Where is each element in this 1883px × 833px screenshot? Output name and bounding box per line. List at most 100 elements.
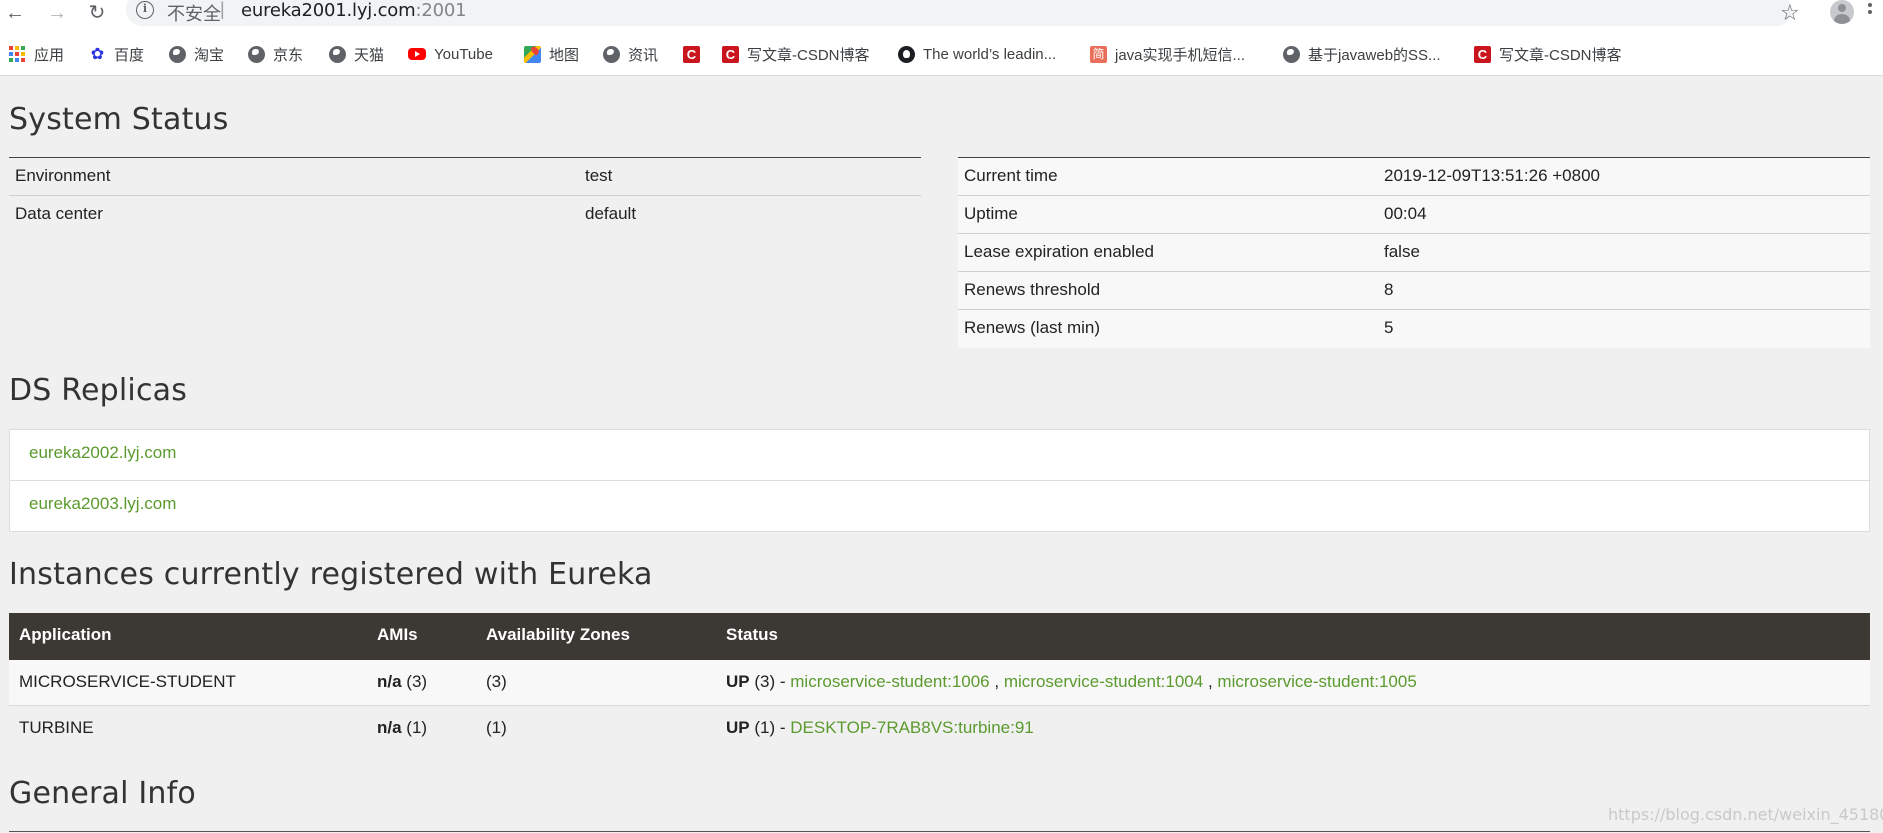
bookmark-label: 写文章-CSDN博客 bbox=[747, 46, 870, 64]
row-value: test bbox=[585, 166, 613, 185]
forward-arrow-icon[interactable]: → bbox=[46, 2, 68, 24]
row-key: Uptime bbox=[964, 204, 1018, 223]
replica-link[interactable]: eureka2003.lyj.com bbox=[29, 494, 176, 514]
jianshu-icon: 简 bbox=[1090, 45, 1107, 63]
bookmark-label: java实现手机短信... bbox=[1115, 46, 1246, 64]
table-row: Current time 2019-12-09T13:51:26 +0800 bbox=[958, 158, 1870, 196]
profile-avatar-icon[interactable] bbox=[1830, 0, 1854, 24]
header-zones: Availability Zones bbox=[486, 625, 630, 644]
table-row: Lease expiration enabled false bbox=[958, 234, 1870, 272]
row-key: Current time bbox=[964, 166, 1058, 185]
status-value: UP bbox=[726, 672, 750, 691]
url-text[interactable]: eureka2001.lyj.com:2001 bbox=[241, 0, 467, 21]
replicas-list: eureka2002.lyj.com eureka2003.lyj.com bbox=[9, 429, 1870, 532]
system-status-left-table: Environment test Data center default bbox=[9, 157, 921, 234]
bookmark-github[interactable]: The world’s leadin... bbox=[898, 43, 1056, 65]
globe-icon bbox=[169, 45, 186, 63]
bookmark-tmall[interactable]: 天猫 bbox=[329, 43, 384, 65]
url-host: eureka2001.lyj.com bbox=[241, 0, 416, 21]
status-count: (3) - bbox=[754, 672, 786, 691]
system-status-title: System Status bbox=[9, 102, 229, 137]
bookmark-jd[interactable]: 京东 bbox=[248, 43, 303, 65]
row-value: 5 bbox=[1384, 318, 1394, 337]
ds-replicas-title: DS Replicas bbox=[9, 373, 188, 408]
table-header: Application AMIs Availability Zones Stat… bbox=[9, 613, 1870, 660]
bookmark-apps[interactable]: 应用 bbox=[9, 43, 64, 65]
bookmark-label: 淘宝 bbox=[194, 46, 225, 64]
back-arrow-icon[interactable]: ← bbox=[4, 2, 26, 24]
bookmark-label: 百度 bbox=[114, 46, 145, 64]
bookmark-csdn-write[interactable]: C 写文章-CSDN博客 bbox=[722, 43, 870, 65]
insecure-label: 不安全 bbox=[167, 4, 221, 24]
application-name: MICROSERVICE-STUDENT bbox=[19, 672, 236, 691]
csdn-icon: C bbox=[1474, 45, 1491, 63]
bookmark-baidu[interactable]: ✿ 百度 bbox=[89, 43, 144, 65]
csdn-icon: C bbox=[683, 45, 700, 63]
link-separator: , bbox=[1207, 672, 1213, 691]
status-cell: UP (3) - microservice-student:1006 , mic… bbox=[726, 672, 1417, 692]
divider bbox=[9, 831, 1870, 832]
status-value: UP bbox=[726, 718, 750, 737]
row-key: Renews (last min) bbox=[964, 318, 1101, 337]
zones-cell: (3) bbox=[486, 672, 507, 691]
watermark: https://blog.csdn.net/weixin_45180919 bbox=[1608, 805, 1883, 824]
row-value: false bbox=[1384, 242, 1420, 261]
list-item: eureka2003.lyj.com bbox=[10, 481, 1869, 532]
general-info-title: General Info bbox=[9, 776, 196, 811]
browser-toolbar: ← → ↻ i 不安全 | eureka2001.lyj.com:2001 ☆ bbox=[0, 0, 1883, 28]
link-separator: , bbox=[994, 672, 1000, 691]
baidu-icon: ✿ bbox=[90, 45, 105, 63]
table-row: Uptime 00:04 bbox=[958, 196, 1870, 234]
bookmark-star-icon[interactable]: ☆ bbox=[1780, 0, 1800, 26]
bookmark-csdn-icon-only[interactable]: C bbox=[683, 43, 708, 65]
bookmark-csdn-write-2[interactable]: C 写文章-CSDN博客 bbox=[1474, 43, 1622, 65]
table-row: Environment test bbox=[9, 158, 921, 196]
instance-link[interactable]: microservice-student:1004 bbox=[1004, 672, 1203, 691]
row-key: Lease expiration enabled bbox=[964, 242, 1154, 261]
instances-table: Application AMIs Availability Zones Stat… bbox=[9, 613, 1870, 752]
bookmark-javaweb[interactable]: 基于javaweb的SS... bbox=[1283, 43, 1441, 65]
bookmark-label: 基于javaweb的SS... bbox=[1308, 46, 1441, 64]
bookmark-label: 资讯 bbox=[628, 46, 659, 64]
url-port: :2001 bbox=[415, 0, 467, 21]
table-row: Renews (last min) 5 bbox=[958, 310, 1870, 348]
amis-value: n/a bbox=[377, 718, 402, 737]
bookmarks-bar: 应用 ✿ 百度 淘宝 京东 天猫 YouTube 地图 资讯 C C 写文章-C… bbox=[0, 28, 1883, 76]
apps-icon bbox=[9, 45, 26, 63]
row-value: 8 bbox=[1384, 280, 1394, 299]
row-key: Data center bbox=[15, 204, 103, 223]
bookmark-youtube[interactable]: YouTube bbox=[408, 43, 493, 65]
table-row: TURBINE n/a (1) (1) UP (1) - DESKTOP-7RA… bbox=[9, 706, 1870, 752]
maps-icon bbox=[524, 45, 541, 63]
row-key: Environment bbox=[15, 166, 111, 185]
youtube-icon bbox=[408, 48, 426, 60]
bookmark-label: YouTube bbox=[434, 45, 493, 63]
site-info-icon[interactable]: i bbox=[136, 1, 154, 19]
amis-count: (1) bbox=[406, 718, 428, 737]
amis-cell: n/a (1) bbox=[377, 718, 427, 738]
github-icon bbox=[898, 45, 915, 63]
row-key: Renews threshold bbox=[964, 280, 1101, 299]
menu-dots-icon[interactable] bbox=[1868, 2, 1874, 24]
globe-icon bbox=[329, 45, 346, 63]
header-amis: AMIs bbox=[377, 625, 418, 644]
instance-link[interactable]: microservice-student:1005 bbox=[1217, 672, 1416, 691]
status-count: (1) - bbox=[754, 718, 786, 737]
bookmark-label: 写文章-CSDN博客 bbox=[1499, 46, 1622, 64]
application-name: TURBINE bbox=[19, 718, 94, 737]
amis-count: (3) bbox=[406, 672, 428, 691]
system-status-right-table: Current time 2019-12-09T13:51:26 +0800 U… bbox=[958, 157, 1870, 348]
list-item: eureka2002.lyj.com bbox=[10, 430, 1869, 481]
amis-cell: n/a (3) bbox=[377, 672, 427, 692]
table-row: Renews threshold 8 bbox=[958, 272, 1870, 310]
header-application: Application bbox=[19, 625, 112, 644]
instance-link[interactable]: DESKTOP-7RAB8VS:turbine:91 bbox=[790, 718, 1033, 737]
bookmark-jianshu[interactable]: 简 java实现手机短信... bbox=[1090, 43, 1245, 65]
reload-icon[interactable]: ↻ bbox=[86, 2, 108, 24]
bookmark-taobao[interactable]: 淘宝 bbox=[169, 43, 224, 65]
bookmark-maps[interactable]: 地图 bbox=[524, 43, 579, 65]
replica-link[interactable]: eureka2002.lyj.com bbox=[29, 443, 176, 463]
address-bar[interactable]: i 不安全 | eureka2001.lyj.com:2001 bbox=[126, 0, 1792, 26]
bookmark-news[interactable]: 资讯 bbox=[603, 43, 658, 65]
instance-link[interactable]: microservice-student:1006 bbox=[790, 672, 989, 691]
